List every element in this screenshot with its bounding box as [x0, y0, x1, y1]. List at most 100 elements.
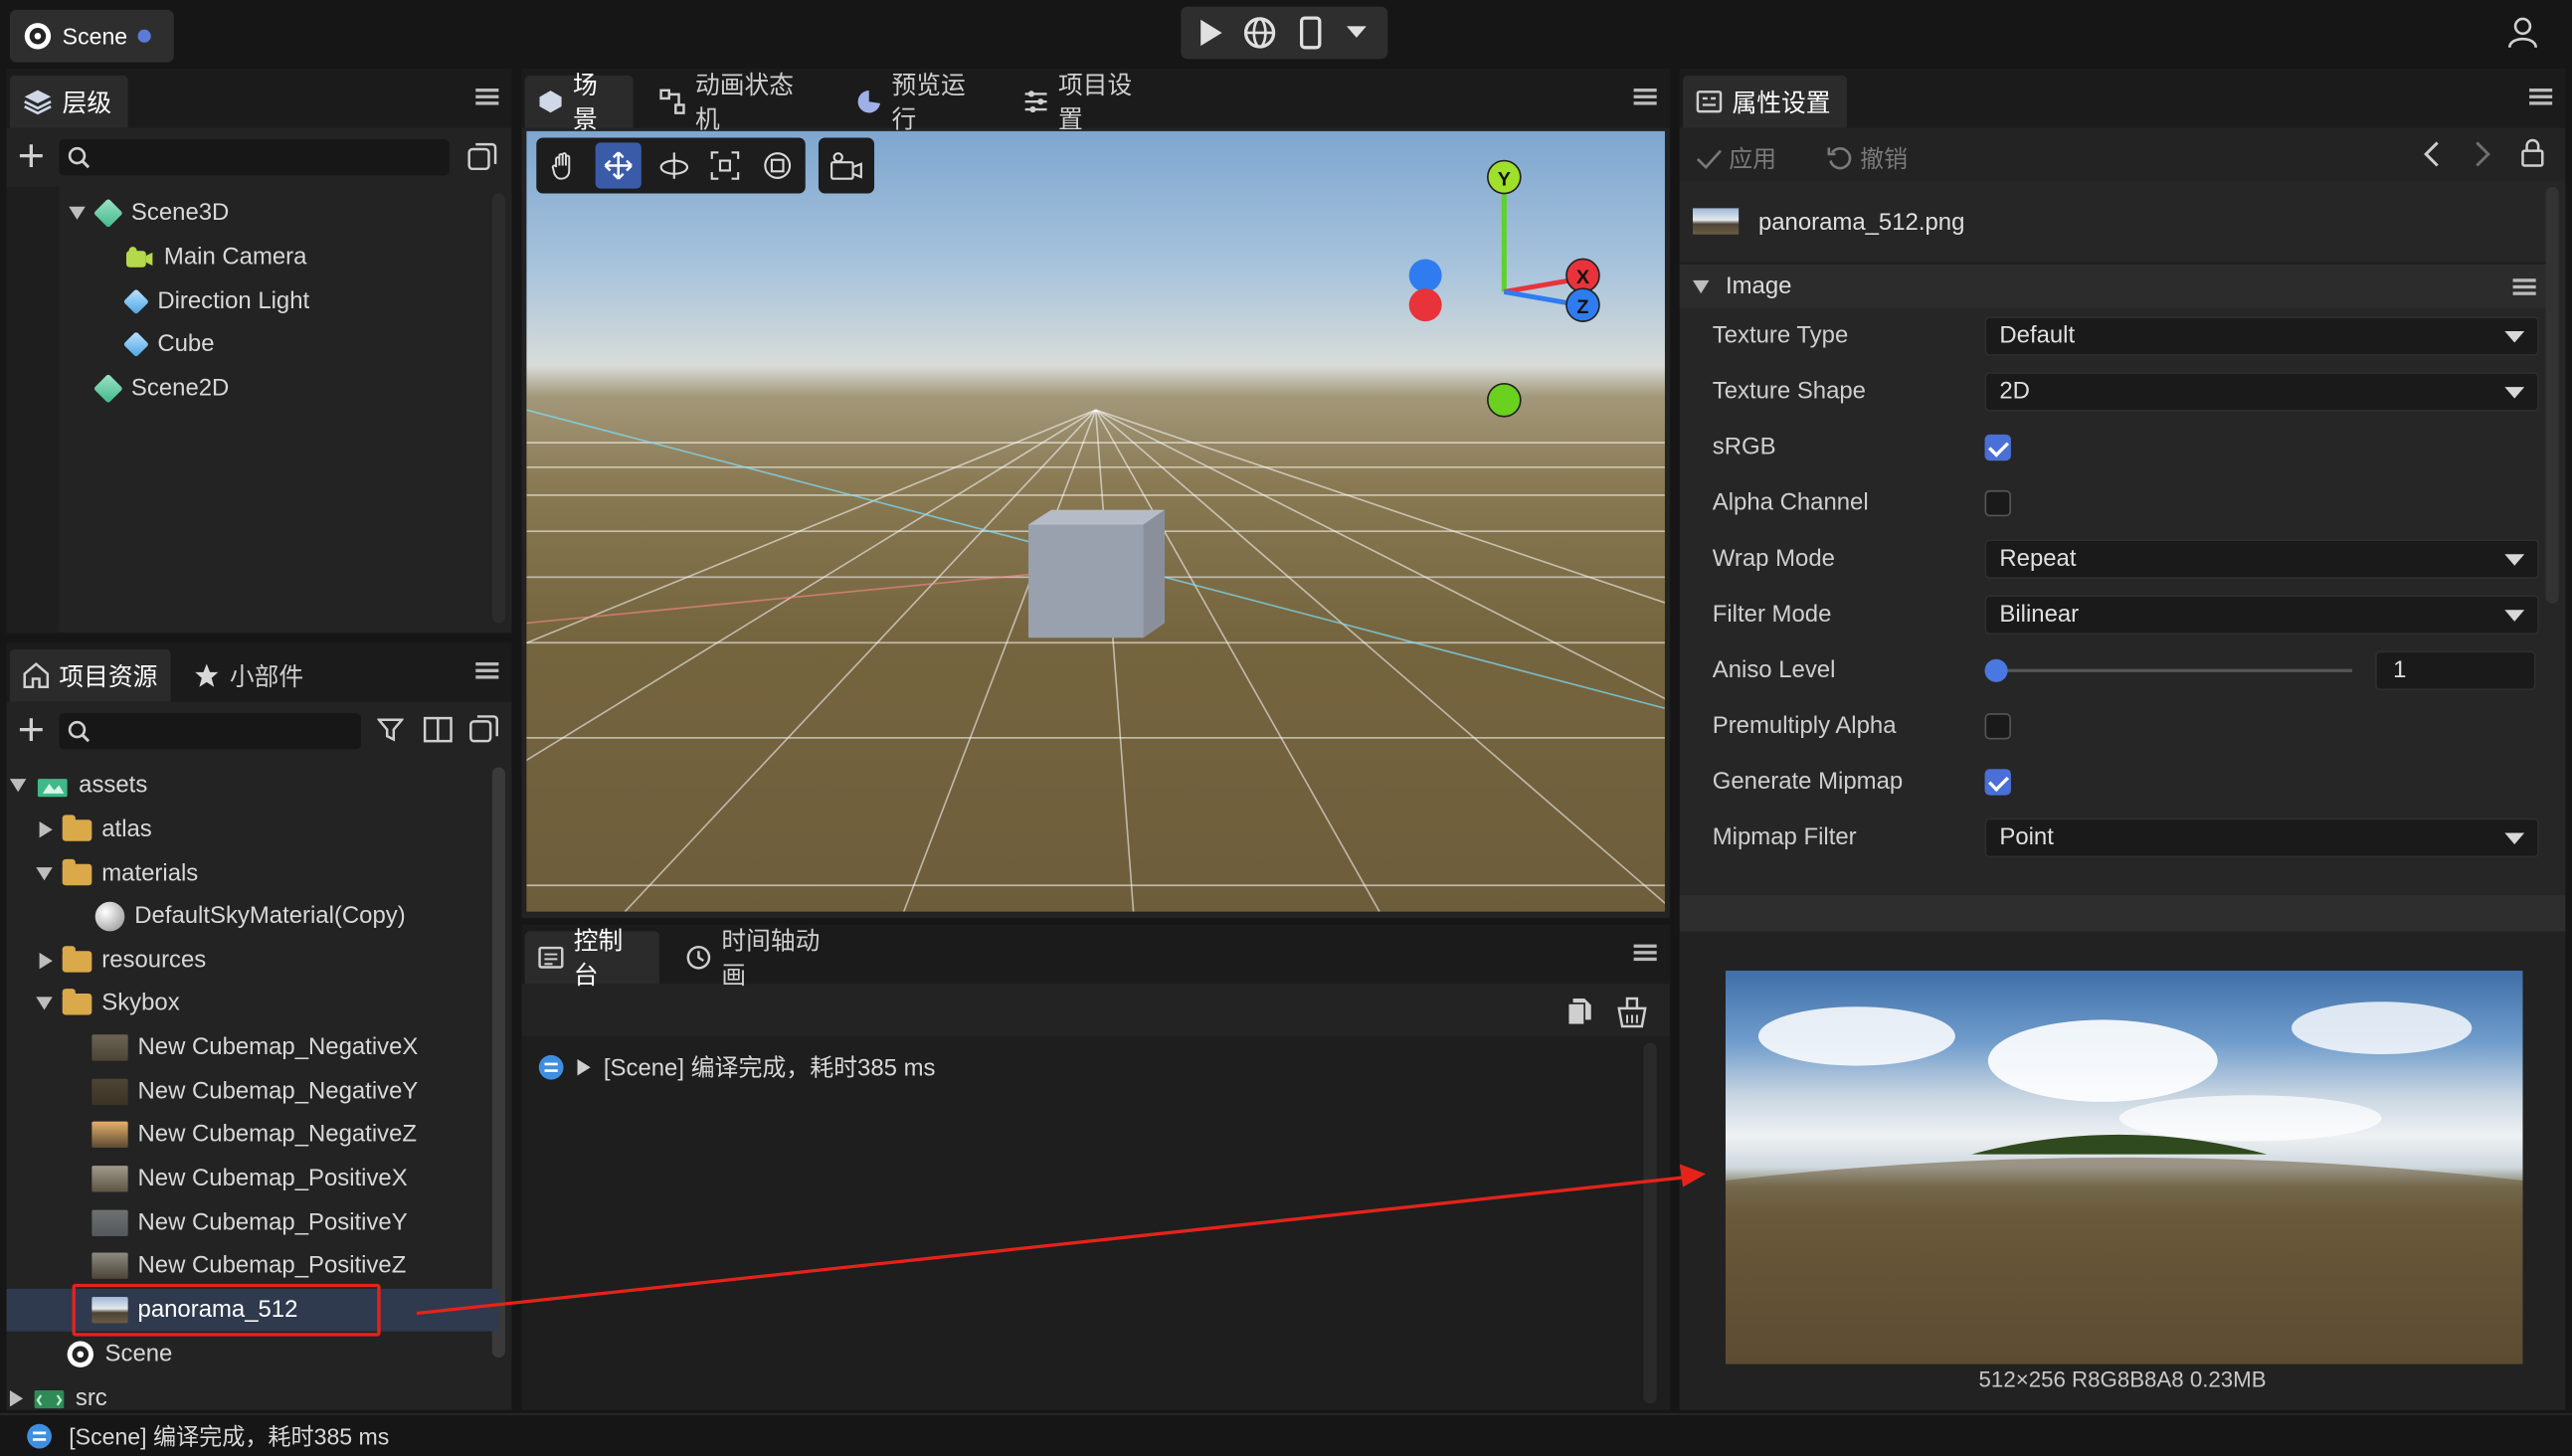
add-icon[interactable]	[19, 144, 43, 168]
tab-timeline-animation[interactable]: 时间轴动画	[672, 928, 856, 991]
tab-scene[interactable]: 场景	[524, 73, 634, 134]
expand-caret-icon[interactable]	[36, 997, 53, 1010]
asset-item-cubemap-posx[interactable]: New Cubemap_PositiveX	[92, 1158, 408, 1200]
tree-item-direction-light[interactable]: Direction Light	[122, 280, 309, 323]
forward-arrow-icon[interactable]	[2474, 141, 2493, 167]
aniso-level-input[interactable]: 1	[2375, 650, 2536, 691]
wrap-mode-select[interactable]: Repeat	[1984, 539, 2539, 579]
expand-caret-icon[interactable]	[69, 206, 86, 220]
texture-shape-select[interactable]: 2D	[1984, 372, 2539, 412]
asset-item-cubemap-negx[interactable]: New Cubemap_NegativeX	[92, 1026, 418, 1069]
filter-icon[interactable]	[377, 716, 404, 742]
tab-project-assets[interactable]: 项目资源	[9, 648, 171, 702]
tree-item-scene3d[interactable]: Scene3D	[69, 192, 229, 235]
asset-folder-skybox[interactable]: Skybox	[36, 983, 180, 1025]
tab-console[interactable]: 控制台	[524, 928, 659, 991]
rotate-tool-icon[interactable]	[657, 151, 690, 181]
tree-item-cube[interactable]: Cube	[122, 323, 215, 366]
lock-icon[interactable]	[2519, 137, 2545, 167]
scene-document-tab[interactable]: Scene	[9, 9, 174, 63]
tab-project-settings[interactable]: 项目设置	[1010, 73, 1165, 134]
copy-log-icon[interactable]	[1566, 997, 1592, 1026]
state-machine-tab-label: 动画状态机	[694, 72, 794, 135]
globe-icon[interactable]	[1243, 16, 1276, 49]
assets-scrollbar[interactable]	[491, 767, 505, 1359]
generate-mipmap-checkbox[interactable]	[1984, 769, 2011, 796]
apply-button[interactable]: 应用	[1696, 141, 1776, 176]
texture-thumbnail-icon	[92, 1034, 128, 1061]
tree-item-scene2d[interactable]: Scene2D	[92, 367, 229, 410]
collapse-caret-icon[interactable]	[39, 820, 53, 838]
play-icon[interactable]	[1197, 18, 1223, 48]
asset-file-name: panorama_512.png	[1757, 210, 1965, 237]
assets-menu-icon[interactable]	[475, 659, 499, 682]
gizmo-x-label: X	[1576, 267, 1590, 288]
collapse-caret-icon[interactable]	[9, 1390, 24, 1407]
center-menu-icon[interactable]	[1633, 86, 1657, 108]
expand-caret-icon[interactable]	[36, 867, 53, 881]
aniso-slider-track[interactable]	[1991, 668, 2352, 672]
filter-mode-select[interactable]: Bilinear	[1984, 595, 2539, 636]
back-arrow-icon[interactable]	[2421, 141, 2441, 167]
texture-type-select[interactable]: Default	[1984, 316, 2539, 356]
axis-gizmo[interactable]: Y X Z	[1395, 157, 1608, 420]
copy-asset-icon[interactable]	[469, 715, 499, 745]
asset-folder-materials[interactable]: materials	[36, 852, 198, 895]
scene-viewport[interactable]: Y X Z	[526, 130, 1665, 912]
add-asset-icon[interactable]	[19, 718, 43, 742]
search-icon	[68, 146, 91, 169]
asset-item-cubemap-posz[interactable]: New Cubemap_PositiveZ	[92, 1244, 406, 1287]
camera-view-button[interactable]	[818, 137, 875, 194]
preview-splitter[interactable]	[1679, 895, 2566, 932]
split-view-icon[interactable]	[423, 716, 453, 743]
asset-item-cubemap-negz[interactable]: New Cubemap_NegativeZ	[92, 1113, 417, 1156]
transform-tool-icon[interactable]	[763, 151, 793, 181]
user-icon[interactable]	[2506, 16, 2539, 49]
expand-caret-icon[interactable]	[9, 779, 27, 793]
console-scrollbar[interactable]	[1643, 1042, 1657, 1404]
inspector-menu-icon[interactable]	[2529, 86, 2553, 108]
asset-item-cubemap-posy[interactable]: New Cubemap_PositiveY	[92, 1201, 408, 1244]
mipmap-filter-select[interactable]: Point	[1984, 818, 2539, 858]
hierarchy-gutter	[6, 186, 60, 634]
tab-animation-state-machine[interactable]: 动画状态机	[646, 73, 830, 134]
assets-search-input[interactable]	[59, 713, 361, 750]
copy-icon[interactable]	[467, 142, 497, 172]
tab-properties[interactable]: 属性设置	[1683, 75, 1847, 128]
expand-log-icon[interactable]	[577, 1058, 591, 1075]
console-menu-icon[interactable]	[1633, 941, 1657, 964]
clear-console-icon[interactable]	[1615, 996, 1648, 1028]
premultiply-alpha-checkbox[interactable]	[1984, 713, 2011, 740]
asset-folder-atlas[interactable]: atlas	[39, 809, 152, 851]
section-menu-icon[interactable]	[2512, 275, 2536, 298]
hand-tool-icon[interactable]	[549, 151, 579, 181]
cube-mesh[interactable]	[1028, 509, 1165, 638]
asset-item-default-sky-material[interactable]: DefaultSkyMaterial(Copy)	[94, 895, 406, 938]
hierarchy-menu-icon[interactable]	[475, 86, 499, 108]
hierarchy-search-input[interactable]	[59, 139, 450, 176]
chevron-down-icon[interactable]	[1345, 25, 1368, 41]
console-log-entry[interactable]: [Scene] 编译完成，耗时385 ms	[538, 1049, 935, 1084]
hierarchy-scrollbar[interactable]	[491, 193, 505, 624]
tree-item-main-camera[interactable]: Main Camera	[124, 236, 306, 278]
collapse-caret-icon[interactable]	[39, 952, 53, 970]
asset-item-cubemap-negy[interactable]: New Cubemap_NegativeY	[92, 1071, 418, 1114]
mobile-device-icon[interactable]	[1299, 16, 1322, 50]
move-tool-button[interactable]	[595, 142, 642, 189]
asset-item-scene[interactable]: Scene	[66, 1333, 172, 1375]
image-section-header[interactable]: Image	[1679, 262, 2546, 308]
scale-tool-icon[interactable]	[710, 151, 740, 181]
asset-folder-assets[interactable]: assets	[9, 764, 147, 807]
alpha-channel-checkbox[interactable]	[1984, 489, 2011, 517]
console-log-area[interactable]	[521, 1035, 1670, 1410]
asset-folder-resources[interactable]: resources	[39, 940, 207, 983]
aniso-slider-thumb[interactable]	[1984, 658, 2008, 682]
tab-preview-run[interactable]: 预览运行	[843, 73, 1001, 134]
srgb-checkbox[interactable]	[1984, 434, 2011, 461]
asset-item-panorama-512[interactable]: panorama_512	[92, 1289, 297, 1332]
section-collapse-icon[interactable]	[1692, 279, 1710, 294]
tab-hierarchy[interactable]: 层级	[9, 75, 128, 128]
revert-button[interactable]: 撤销	[1827, 141, 1908, 176]
tab-widgets[interactable]: 小部件	[180, 649, 324, 702]
inspector-scrollbar[interactable]	[2545, 186, 2559, 604]
